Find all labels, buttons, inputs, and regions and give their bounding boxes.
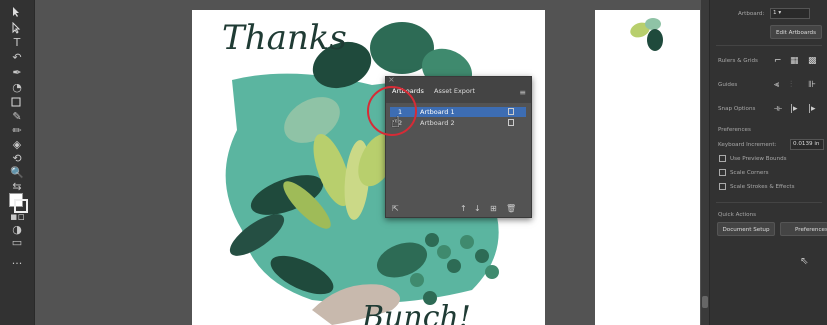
canvas-vertical-scrollbar[interactable] <box>701 0 709 325</box>
pencil-tool-icon[interactable]: ✏ <box>10 125 24 137</box>
move-up-icon[interactable]: ↑ <box>460 204 467 213</box>
snap-to-pixel-icon[interactable]: |▸ <box>790 104 798 114</box>
artboard-select[interactable]: 1 ▾ <box>770 8 810 19</box>
panel-menu-icon[interactable]: ≡ <box>519 88 526 97</box>
new-artboard-icon[interactable]: ⊞ <box>490 204 497 213</box>
pen-tool-icon[interactable]: ✒ <box>10 67 24 79</box>
screen-mode-icon[interactable]: ▭ <box>10 237 24 249</box>
color-mode-icon[interactable]: ▪▫ <box>10 211 25 223</box>
tab-asset-export[interactable]: Asset Export <box>434 87 475 95</box>
zoom-tool-icon[interactable]: 🔍 <box>10 167 24 179</box>
use-preview-bounds-checkbox[interactable] <box>719 155 726 162</box>
smart-guides-icon[interactable]: ⊪ <box>808 80 816 90</box>
edit-artboards-button[interactable]: Edit Artboards <box>770 25 822 39</box>
rulers-grids-label: Rulers & Grids <box>718 58 758 64</box>
properties-panel: Artboard: 1 ▾ Edit Artboards Rulers & Gr… <box>709 0 827 325</box>
transparency-grid-icon[interactable]: ▩ <box>808 56 817 66</box>
tools-panel: T ↶ ✒ ◔ ✎ ✏ ◈ ⟲ 🔍 ⇆ ▪▫ ◑ ▭ ··· <box>0 0 35 325</box>
document-setup-button[interactable]: Document Setup <box>717 222 775 236</box>
preferences-button[interactable]: Preferences <box>780 222 827 236</box>
selection-tool-icon[interactable] <box>10 6 24 18</box>
divider <box>716 45 822 46</box>
direct-selection-tool-icon[interactable] <box>10 22 24 34</box>
leaf-sprig-illustration <box>630 18 663 51</box>
delete-artboard-icon[interactable]: 🗑 <box>506 204 516 213</box>
lasso-tool-icon[interactable]: ↶ <box>10 52 24 64</box>
artwork-text-bunch: Bunch! <box>362 300 471 325</box>
more-tools-icon[interactable]: ··· <box>10 258 24 270</box>
eraser-tool-icon[interactable]: ◈ <box>10 139 24 151</box>
quick-actions-heading: Quick Actions <box>718 212 757 218</box>
rulers-icon[interactable]: ⌐ <box>774 56 782 66</box>
grid-icon[interactable]: ▦ <box>790 56 799 66</box>
snap-options-label: Snap Options <box>718 106 756 112</box>
divider <box>716 202 822 203</box>
panel-footer: ⇱ ↑ ↓ ⊞ 🗑 <box>386 201 531 217</box>
scale-corners-label: Scale Corners <box>730 170 769 176</box>
curvature-tool-icon[interactable]: ◔ <box>10 82 24 94</box>
type-tool-icon[interactable]: T <box>10 37 24 49</box>
keyboard-increment-label: Keyboard Increment: <box>718 142 777 148</box>
rotate-tool-icon[interactable]: ⟲ <box>10 153 24 165</box>
show-guides-icon[interactable]: ⫷ <box>774 80 779 90</box>
drawing-modes-icon[interactable]: ◑ <box>10 224 24 236</box>
preferences-heading: Preferences <box>718 127 751 133</box>
scale-strokes-effects-checkbox[interactable] <box>719 183 726 190</box>
artwork-text-thanks: Thanks <box>222 18 347 58</box>
artboard-name[interactable]: Artboard 2 <box>420 118 455 128</box>
arrow-cursor-icon: ⇖ <box>800 256 809 267</box>
artboard-name[interactable]: Artboard 1 <box>420 107 455 117</box>
guides-label: Guides <box>718 82 738 88</box>
scale-corners-checkbox[interactable] <box>719 169 726 176</box>
artboard-label: Artboard: <box>738 11 765 17</box>
shaper-tool-icon[interactable]: ✎ <box>10 111 24 123</box>
keyboard-increment-field[interactable]: 0.0139 in <box>790 139 824 150</box>
artboard-options-icon[interactable] <box>508 108 514 115</box>
snap-to-point-icon[interactable]: ⟛ <box>774 104 782 114</box>
move-down-icon[interactable]: ↓ <box>474 204 481 213</box>
use-preview-bounds-label: Use Preview Bounds <box>730 156 787 162</box>
hand-cursor-icon: ☝ <box>391 113 401 131</box>
scale-strokes-effects-label: Scale Strokes & Effects <box>730 184 795 190</box>
snap-to-glyph-icon[interactable]: |▸ <box>808 104 816 114</box>
rectangle-tool-icon[interactable] <box>10 96 24 108</box>
lock-guides-icon[interactable]: ⫶ <box>790 80 792 90</box>
artboard-options-icon[interactable] <box>508 119 514 126</box>
rearrange-artboards-icon[interactable]: ⇱ <box>392 204 399 213</box>
swap-colors-icon[interactable]: ⇆ <box>10 181 24 193</box>
artboard-2[interactable] <box>595 10 700 325</box>
scrollbar-thumb[interactable] <box>702 296 708 308</box>
